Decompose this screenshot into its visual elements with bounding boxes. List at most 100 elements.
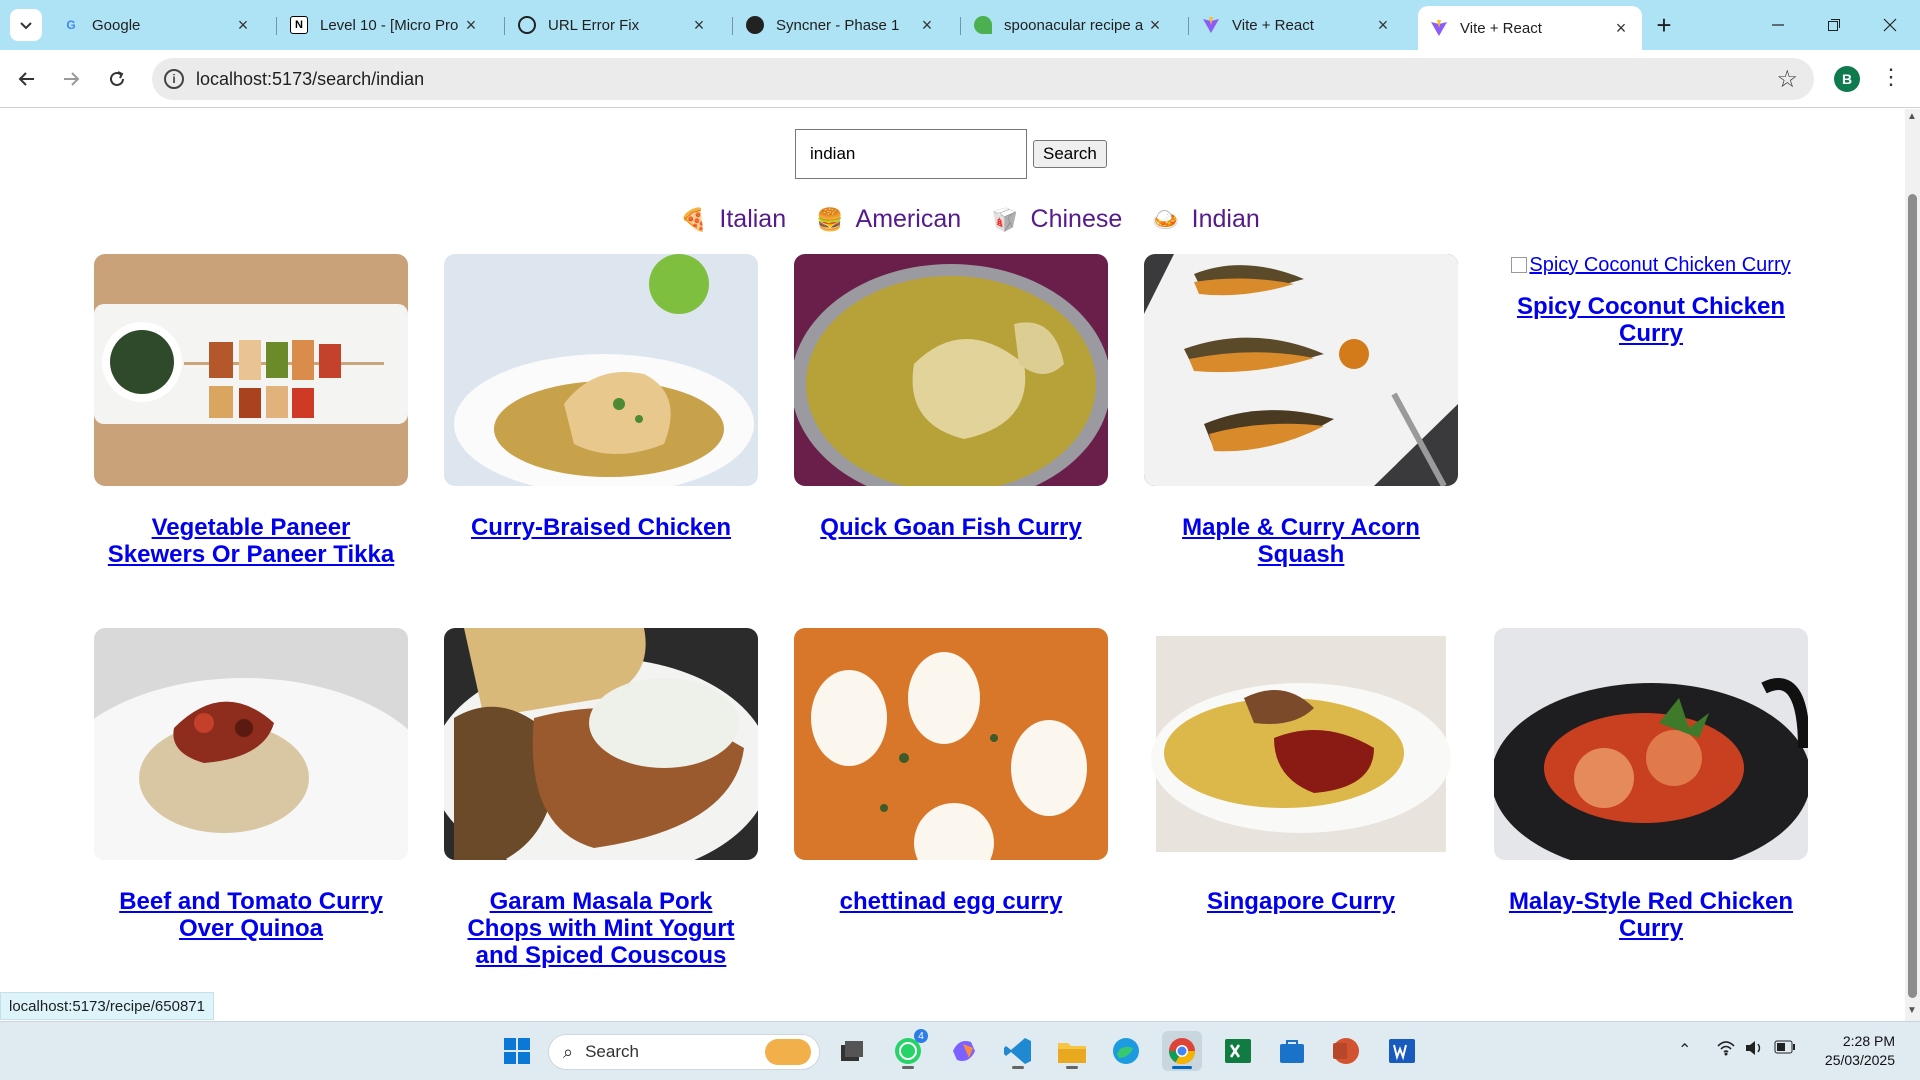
reload-button[interactable] — [102, 64, 132, 94]
forward-button[interactable] — [56, 64, 86, 94]
vite-icon — [1430, 19, 1448, 37]
cuisine-link-italian[interactable]: 🍕 Italian — [680, 205, 786, 234]
cuisine-link-american[interactable]: 🍔 American — [816, 205, 961, 234]
recipe-card[interactable]: Quick Goan Fish Curry — [794, 254, 1108, 541]
chevron-up-icon[interactable]: ⌃ — [1678, 1040, 1691, 1060]
taskbar-vscode[interactable] — [998, 1031, 1038, 1071]
vite-icon — [1202, 16, 1220, 34]
cuisine-link-chinese[interactable]: 🥡 Chinese — [991, 205, 1122, 234]
page-scrollbar[interactable]: ▲ ▼ — [1905, 109, 1920, 1021]
close-icon[interactable]: × — [1146, 15, 1164, 36]
recipe-title-link[interactable]: Spicy Coconut Chicken Curry — [1494, 293, 1808, 347]
minimize-icon — [1772, 24, 1784, 26]
taskbar-copilot[interactable] — [944, 1031, 984, 1071]
burger-icon: 🍔 — [816, 206, 844, 232]
tab-notion[interactable]: N Level 10 - [Micro Pro × — [278, 7, 492, 43]
cuisine-link-indian[interactable]: 🍛 Indian — [1152, 205, 1260, 234]
recipe-image[interactable] — [444, 254, 758, 486]
close-icon[interactable]: × — [1612, 18, 1630, 39]
address-url[interactable]: localhost:5173/search/indian — [196, 69, 424, 90]
taskbar-file-explorer[interactable] — [1052, 1031, 1092, 1071]
cuisine-label: Chinese — [1030, 205, 1123, 233]
taskbar-store[interactable] — [1272, 1031, 1312, 1071]
volume-icon[interactable] — [1744, 1040, 1764, 1061]
browser-menu-icon[interactable]: ⋮ — [1880, 64, 1902, 90]
taskbar-chrome[interactable] — [1162, 1031, 1202, 1071]
cuisine-label: Indian — [1191, 205, 1260, 233]
folder-icon — [1058, 1043, 1086, 1063]
reload-icon — [110, 71, 124, 86]
recipe-image[interactable] — [1144, 254, 1458, 486]
search-input[interactable] — [795, 129, 1027, 179]
recipe-title-link[interactable]: Singapore Curry — [1144, 888, 1458, 915]
recipe-image[interactable] — [1144, 628, 1458, 860]
site-info-icon[interactable]: i — [164, 69, 184, 89]
recipe-title-link[interactable]: Curry-Braised Chicken — [444, 514, 758, 541]
recipe-image[interactable] — [794, 254, 1108, 486]
minimize-button[interactable] — [1750, 0, 1806, 50]
taskbar-word[interactable] — [1382, 1031, 1422, 1071]
tab-search-button[interactable] — [10, 9, 42, 41]
recipe-card[interactable]: Beef and Tomato Curry Over Quinoa — [94, 628, 408, 942]
start-button[interactable] — [497, 1031, 537, 1071]
address-bar[interactable]: i localhost:5173/search/indian ☆ — [152, 58, 1814, 100]
recipe-image[interactable] — [1494, 628, 1808, 860]
profile-avatar[interactable]: B — [1834, 66, 1860, 92]
tab-vite-react-active[interactable]: Vite + React × — [1418, 6, 1642, 50]
tab-spoonacular[interactable]: spoonacular recipe a × — [962, 7, 1176, 43]
recipe-title-link[interactable]: Maple & Curry Acorn Squash — [1144, 514, 1458, 568]
recipe-card[interactable]: Spicy Coconut Chicken Curry Spicy Coconu… — [1494, 254, 1808, 347]
scroll-down-icon[interactable]: ▼ — [1907, 1005, 1917, 1016]
recipe-title-link[interactable]: Quick Goan Fish Curry — [794, 514, 1108, 541]
close-icon — [1883, 18, 1897, 32]
recipe-image[interactable] — [94, 254, 408, 486]
taskbar-whatsapp[interactable]: 4 — [888, 1029, 928, 1071]
wifi-icon[interactable] — [1716, 1040, 1736, 1061]
scrollbar-thumb[interactable] — [1908, 194, 1917, 998]
recipe-card[interactable]: chettinad egg curry — [794, 628, 1108, 915]
new-tab-button[interactable]: + — [1648, 9, 1680, 41]
recipe-title-link[interactable]: Malay-Style Red Chicken Curry — [1494, 888, 1808, 942]
tab-google[interactable]: G Google × — [50, 7, 264, 43]
restore-button[interactable] — [1806, 0, 1862, 50]
recipe-card[interactable]: Maple & Curry Acorn Squash — [1144, 254, 1458, 568]
recipe-title-link[interactable]: Beef and Tomato Curry Over Quinoa — [94, 888, 408, 942]
recipe-title-link[interactable]: chettinad egg curry — [794, 888, 1108, 915]
close-icon[interactable]: × — [234, 15, 252, 36]
taskbar-search[interactable]: ⌕ Search — [548, 1034, 820, 1070]
recipe-card[interactable]: Curry-Braised Chicken — [444, 254, 758, 541]
tab-syncner[interactable]: Syncner - Phase 1 × — [734, 7, 948, 43]
close-icon[interactable]: × — [462, 15, 480, 36]
taskbar-excel[interactable] — [1218, 1031, 1258, 1071]
battery-icon[interactable] — [1774, 1040, 1796, 1059]
search-button[interactable]: Search — [1033, 140, 1107, 168]
close-icon[interactable]: × — [918, 15, 936, 36]
taskbar-powerpoint[interactable] — [1326, 1031, 1366, 1071]
recipe-card[interactable]: Garam Masala Pork Chops with Mint Yogurt… — [444, 628, 758, 969]
bookmark-star-icon[interactable]: ☆ — [1776, 65, 1798, 94]
arrow-left-icon — [18, 72, 34, 86]
close-window-button[interactable] — [1862, 0, 1918, 50]
recipe-card[interactable]: Vegetable Paneer Skewers Or Paneer Tikka — [94, 254, 408, 568]
chrome-icon — [1168, 1038, 1196, 1065]
tab-vite-react-1[interactable]: Vite + React × — [1190, 7, 1404, 43]
recipe-image[interactable] — [444, 628, 758, 860]
recipe-image-broken[interactable]: Spicy Coconut Chicken Curry — [1494, 254, 1808, 277]
close-icon[interactable]: × — [1374, 15, 1392, 36]
close-icon[interactable]: × — [690, 15, 708, 36]
recipe-image[interactable] — [794, 628, 1108, 860]
recipe-card[interactable]: Singapore Curry — [1144, 628, 1458, 915]
chevron-down-icon — [20, 22, 32, 30]
tab-url-error-fix[interactable]: URL Error Fix × — [506, 7, 720, 43]
task-view-button[interactable] — [832, 1031, 872, 1071]
clock-date: 25/03/2025 — [1824, 1052, 1895, 1068]
back-button[interactable] — [12, 64, 42, 94]
system-clock[interactable]: 2:28 PM 25/03/2025 — [1815, 1032, 1895, 1070]
recipe-title-link[interactable]: Vegetable Paneer Skewers Or Paneer Tikka — [94, 514, 408, 568]
recipe-title-link[interactable]: Garam Masala Pork Chops with Mint Yogurt… — [444, 888, 758, 969]
recipe-image[interactable] — [94, 628, 408, 860]
recipe-card[interactable]: Malay-Style Red Chicken Curry — [1494, 628, 1808, 942]
taskbar-edge[interactable] — [1106, 1031, 1146, 1071]
tab-strip: G Google × N Level 10 - [Micro Pro × URL… — [0, 0, 1920, 50]
scroll-up-icon[interactable]: ▲ — [1907, 111, 1917, 122]
